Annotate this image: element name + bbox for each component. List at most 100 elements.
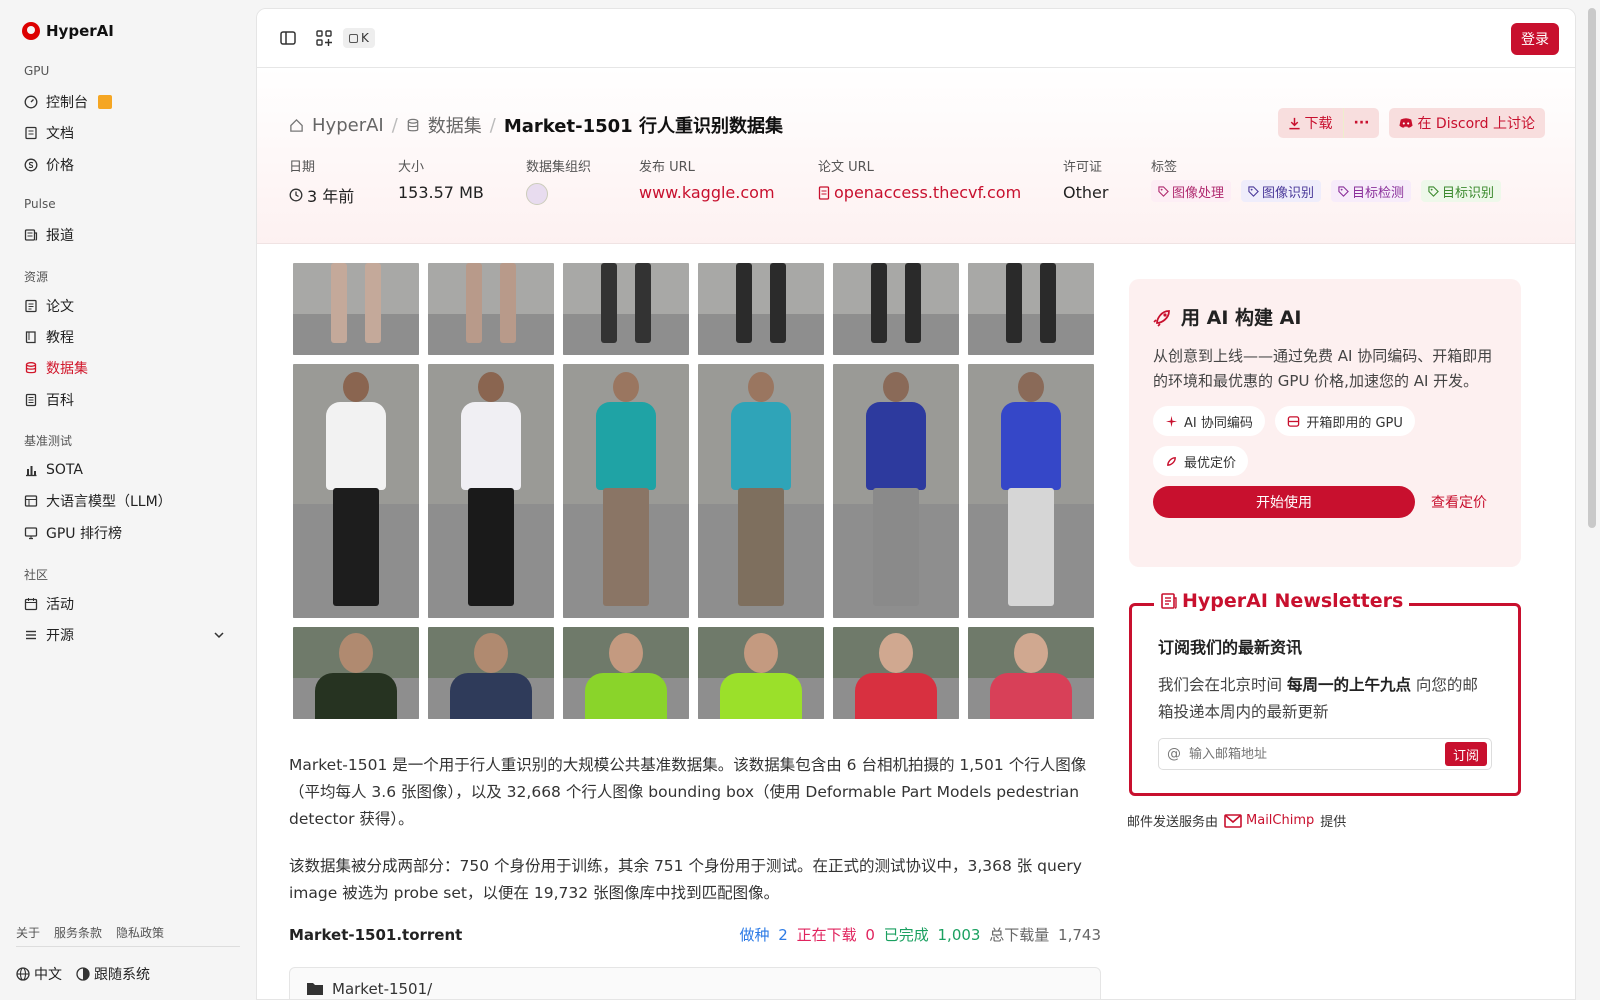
leg [365,263,381,343]
leg [500,263,516,343]
meta-date: 日期 3 年前 [289,156,354,207]
meta-date-value: 3 年前 [289,183,354,207]
person-torso [461,402,521,490]
tag-chip[interactable]: 目标识别 [1421,180,1502,202]
email-input[interactable] [1189,746,1445,762]
wiki-icon [24,393,38,407]
sidebar-item[interactable]: 大语言模型（LLM） [16,487,240,515]
pill-label: 开箱即用的 GPU [1306,415,1403,431]
meta-publish-label: 发布 URL [639,160,695,175]
login-button[interactable]: 登录 [1511,23,1559,55]
sidebar-item-label: 百科 [46,393,74,409]
org-avatar[interactable] [526,183,548,205]
monitor-icon [24,526,38,540]
sidebar-item[interactable]: 活动 [16,590,240,618]
download-button[interactable]: 下载 [1277,108,1344,138]
sidebar-item[interactable]: 控制台 [16,88,240,116]
person-torso [315,673,397,719]
person-head [613,372,639,402]
paper-url-link[interactable]: openaccess.thecvf.com [818,183,1021,202]
bar-chart-icon [24,463,38,477]
pedestrian-crop [698,627,824,719]
language-label: 中文 [34,967,62,983]
view-pricing-link[interactable]: 查看定价 [1431,492,1487,512]
sidebar-item[interactable]: 价格 [16,151,240,179]
tag-label: 图像处理 [1172,185,1225,201]
tag-chip[interactable]: 图像处理 [1151,180,1232,202]
mailchimp-link[interactable]: MailChimp [1224,813,1314,828]
leg [601,263,617,343]
mailchimp-label: MailChimp [1246,813,1315,828]
footer-link-terms[interactable]: 服务条款 [54,924,102,941]
sidebar-section-title: GPU [24,64,50,78]
torrent-name[interactable]: Market-1501.torrent [289,926,462,944]
meta-paper-url: 论文 URL openaccess.thecvf.com [818,156,1021,202]
database-icon [24,361,38,375]
sidebar-item[interactable]: GPU 排行榜 [16,519,240,547]
pedestrian-crop [698,364,824,618]
pedestrian-crop [428,263,554,355]
chevron-down-icon[interactable] [212,628,226,642]
pedestrian-crop [833,364,959,618]
sidebar-item[interactable]: 报道 [16,221,240,249]
leg [736,263,752,343]
tag-label: 目标识别 [1442,185,1495,201]
discord-icon [1399,118,1414,128]
footer-link-about[interactable]: 关于 [16,924,40,941]
sidebar-item[interactable]: 文档 [16,119,240,147]
language-switcher[interactable]: 中文 [16,964,62,984]
tag-label: 目标检测 [1352,185,1405,201]
breadcrumb-separator: / [489,114,496,136]
person-head [879,633,913,673]
person-torso [731,402,791,490]
breadcrumb-home[interactable]: HyperAI [312,115,384,136]
newsletter-text-pre: 我们会在北京时间 [1158,676,1283,694]
sidebar-toggle-icon[interactable] [279,29,297,47]
tag-icon [1338,185,1349,197]
get-started-button[interactable]: 开始使用 [1153,486,1415,518]
dataset-description: Market-1501 是一个用于行人重识别的大规模公共基准数据集。该数据集包含… [289,752,1103,907]
tag-chip[interactable]: 图像识别 [1241,180,1322,202]
pedestrian-crop [293,627,419,719]
leg [905,263,921,343]
scrollbar-thumb[interactable] [1588,8,1596,528]
gauge-icon [24,95,38,109]
folder-icon [307,983,323,995]
newsletter-text-bold: 每周一的上午九点 [1286,676,1411,694]
theme-label: 跟随系统 [94,967,150,983]
sidebar-item[interactable]: 百科 [16,386,240,414]
publish-url-link[interactable]: www.kaggle.com [639,183,775,202]
tag-chip[interactable]: 目标检测 [1331,180,1412,202]
search-shortcut[interactable]: K [343,28,375,48]
ai-card-title-text: 用 AI 构建 AI [1181,307,1302,329]
description-paragraph-1: Market-1501 是一个用于行人重识别的大规模公共基准数据集。该数据集包含… [289,756,1087,828]
discord-button[interactable]: 在 Discord 上讨论 [1389,108,1545,138]
theme-switcher[interactable]: 跟随系统 [76,964,150,984]
discord-label: 在 Discord 上讨论 [1417,116,1535,132]
sidebar-item[interactable]: SOTA [16,456,240,484]
server-icon [1288,415,1300,427]
database-icon [407,118,419,131]
sidebar-item[interactable]: 论文 [16,292,240,320]
footer-link-privacy[interactable]: 隐私政策 [116,924,164,941]
leg [1006,263,1022,343]
torrent-folder[interactable]: Market-1501/ [332,980,432,999]
sparkle-icon [1165,415,1178,427]
sidebar-item[interactable]: 教程 [16,323,240,351]
sidebar: HyperAI GPU 控制台 文档 价格 Pulse 报道 资源 论文 教程 数据集 百科 基准测试… [0,0,256,1000]
sidebar-section-title: 社区 [24,568,49,582]
footer-settings: 中文 跟随系统 [16,964,150,984]
brand-logo[interactable]: HyperAI [22,22,114,40]
home-icon [290,118,303,132]
pill-gpu: 开箱即用的 GPU [1275,406,1415,436]
torrent-row: Market-1501.torrent 做种 2 正在下载 0 已完成 1,00… [289,924,1101,945]
apps-grid-icon[interactable] [315,29,333,47]
sidebar-item[interactable]: 开源 [16,621,240,649]
sidebar-item[interactable]: 数据集 [16,354,240,382]
subscribe-button[interactable]: 订阅 [1444,742,1487,766]
more-button[interactable]: ··· [1343,108,1380,138]
breadcrumb-datasets[interactable]: 数据集 [428,112,482,138]
sidebar-section-title: 资源 [24,270,49,284]
pedestrian-crop [833,627,959,719]
pedestrian-crop [563,364,689,618]
